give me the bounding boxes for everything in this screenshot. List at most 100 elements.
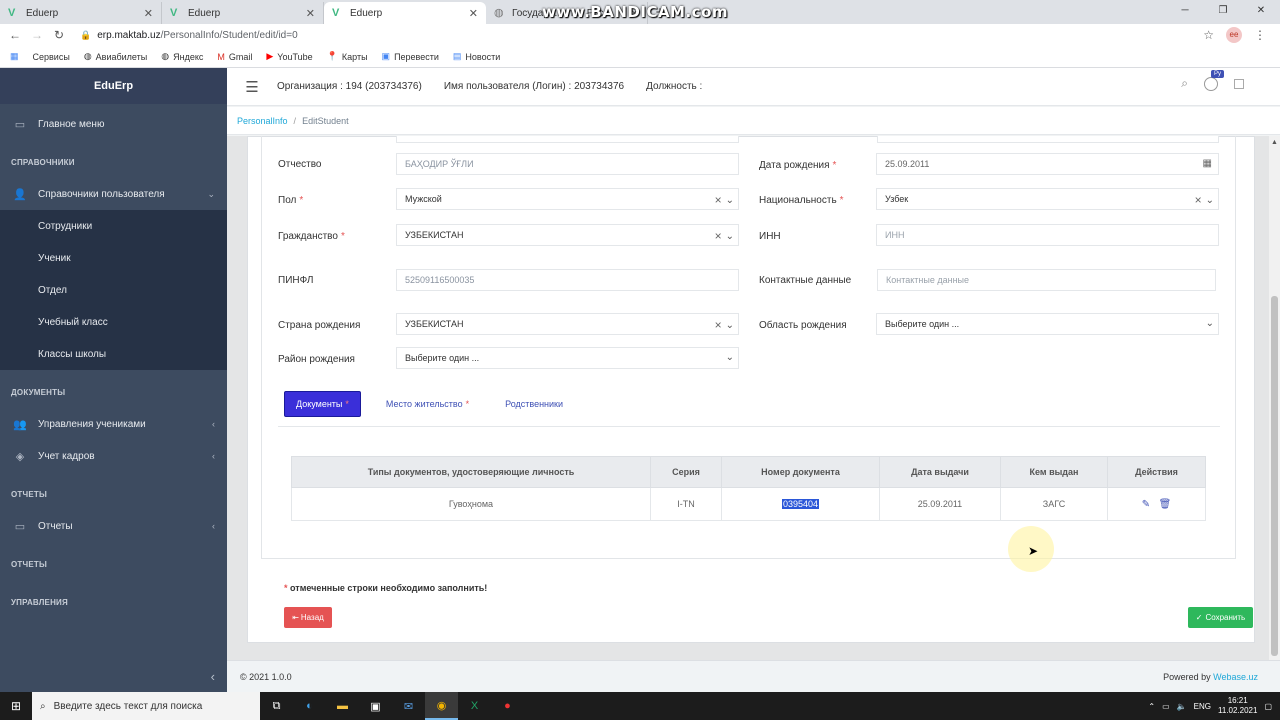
chevron-down-icon[interactable]: ⌄: [1206, 195, 1214, 206]
sidebar-item-student-management[interactable]: 👥 Управления учениками ‹: [0, 408, 227, 440]
url-field[interactable]: 🔒 erp.maktab.uz/PersonalInfo/Student/edi…: [80, 30, 1203, 41]
organization-info: Организация : 194 (203734376): [277, 81, 422, 92]
scrollbar-thumb[interactable]: [1271, 296, 1278, 656]
trash-icon[interactable]: 🗑: [1159, 499, 1172, 510]
back-button[interactable]: ⇤ Назад: [284, 607, 332, 628]
cut-off-field-left[interactable]: [396, 136, 739, 143]
bookmark-maps[interactable]: 📍 Карты: [327, 51, 368, 62]
chevron-down-icon[interactable]: ⌄: [726, 231, 734, 242]
mail-icon[interactable]: ✉: [392, 692, 425, 720]
chevron-down-icon[interactable]: ⌄: [726, 320, 734, 331]
birth-district-select[interactable]: Выберите один ... ⌄: [396, 347, 739, 369]
powered-link[interactable]: Webase.uz: [1213, 672, 1258, 682]
breadcrumb-link[interactable]: PersonalInfo: [237, 116, 288, 126]
sidebar-section-management: УПРАВЛЕНИЯ: [11, 597, 68, 607]
sidebar-item-student[interactable]: Ученик: [0, 242, 227, 274]
network-icon[interactable]: ▭: [1162, 702, 1170, 711]
volume-icon[interactable]: 🔈: [1177, 702, 1187, 711]
gender-select[interactable]: Мужской × ⌄: [396, 188, 739, 210]
sidebar-item-user-directories[interactable]: 👤 Справочники пользователя ⌄: [0, 178, 227, 210]
col-doc-number[interactable]: Номер документа: [721, 456, 880, 488]
scroll-up-icon[interactable]: ▲: [1271, 139, 1278, 146]
browser-tab-3[interactable]: V Eduerp ✕: [324, 2, 486, 24]
folder-icon[interactable]: ▬: [326, 692, 359, 720]
taskbar-search[interactable]: ⌕ Введите здесь текст для поиска: [32, 692, 260, 720]
edge-icon[interactable]: ◐: [293, 692, 326, 720]
pinfl-field[interactable]: 52509116500035: [396, 269, 739, 291]
clock[interactable]: 16:21 11.02.2021: [1218, 696, 1257, 716]
notifications-icon[interactable]: ▢: [1264, 702, 1272, 711]
inn-field[interactable]: ИНН: [876, 224, 1219, 246]
save-button[interactable]: ✓ Сохранить: [1188, 607, 1253, 628]
pencil-icon[interactable]: ✎: [1142, 499, 1150, 510]
close-icon[interactable]: ✕: [469, 7, 478, 20]
tab-relatives[interactable]: Родственники: [494, 391, 574, 417]
tab-residence[interactable]: Место жительство *: [375, 391, 480, 417]
restore-icon[interactable]: ❐: [1204, 0, 1242, 22]
col-issued-by[interactable]: Кем выдан: [1000, 456, 1108, 488]
user-avatar[interactable]: [1234, 78, 1244, 89]
chevron-down-icon[interactable]: ⌄: [726, 195, 734, 206]
excel-icon[interactable]: X: [458, 692, 491, 720]
bookmark-translate[interactable]: ▣ Перевести: [382, 51, 439, 62]
profile-avatar[interactable]: ее: [1226, 27, 1242, 43]
hamburger-icon[interactable]: ☰: [227, 78, 277, 96]
star-icon[interactable]: ☆: [1203, 28, 1214, 42]
chrome-icon[interactable]: ◉: [425, 692, 458, 720]
reload-icon[interactable]: ↻: [48, 28, 70, 42]
sidebar-item-school-classes[interactable]: Классы школы: [0, 338, 227, 370]
cut-off-field-right[interactable]: [877, 136, 1219, 143]
sidebar-item-employees[interactable]: Сотрудники: [0, 210, 227, 242]
clear-icon[interactable]: ×: [715, 229, 722, 243]
bookmark-youtube[interactable]: ▶ YouTube: [266, 51, 312, 62]
col-issue-date[interactable]: Дата выдачи: [879, 456, 1001, 488]
back-arrow-icon[interactable]: ←: [4, 28, 26, 42]
sidebar-item-reports[interactable]: ▭ Отчеты ‹: [0, 510, 227, 542]
birth-country-select[interactable]: УЗБЕКИСТАН × ⌄: [396, 313, 739, 335]
bookmark-news[interactable]: ▤ Новости: [453, 51, 500, 62]
apps-icon[interactable]: ▦: [10, 51, 19, 62]
record-icon[interactable]: ●: [491, 692, 524, 720]
bookmark-services[interactable]: Сервисы: [33, 52, 70, 62]
language-switch[interactable]: Ру: [1204, 69, 1225, 91]
search-icon[interactable]: ⌕: [1181, 76, 1188, 91]
citizenship-select[interactable]: УЗБЕКИСТАН × ⌄: [396, 224, 739, 246]
minimize-icon[interactable]: ─: [1166, 0, 1204, 22]
store-icon[interactable]: ▣: [359, 692, 392, 720]
sidebar-item-classroom[interactable]: Учебный класс: [0, 306, 227, 338]
birth-region-select[interactable]: Выберите один ... ⌄: [876, 313, 1219, 335]
clear-icon[interactable]: ×: [715, 318, 722, 332]
sidebar-collapse-icon[interactable]: ‹: [211, 669, 215, 684]
clear-icon[interactable]: ×: [715, 193, 722, 207]
col-series[interactable]: Серия: [650, 456, 722, 488]
bookmark-flights[interactable]: ◍ Авиабилеты: [84, 51, 147, 62]
chevron-down-icon[interactable]: ⌄: [726, 352, 734, 363]
calendar-icon[interactable]: ▦: [1203, 158, 1212, 169]
patronymic-field[interactable]: БАҲОДИР ЎҒЛИ: [396, 153, 739, 175]
close-icon[interactable]: ✕: [144, 7, 153, 20]
windows-start-icon[interactable]: ⊞: [0, 699, 32, 713]
close-icon[interactable]: ✕: [306, 7, 315, 20]
sidebar-item-department[interactable]: Отдел: [0, 274, 227, 306]
clear-icon[interactable]: ×: [1195, 193, 1202, 207]
contacts-field[interactable]: Контактные данные: [877, 269, 1216, 291]
nationality-select[interactable]: Узбек × ⌄: [876, 188, 1219, 210]
menu-dots-icon[interactable]: ⋮: [1254, 28, 1266, 42]
col-doc-type[interactable]: Типы документов, удостоверяющие личность: [291, 456, 651, 488]
browser-tab-2[interactable]: V Eduerp ✕: [162, 2, 324, 24]
bookmark-yandex[interactable]: ◍ Яндекс: [161, 51, 203, 62]
forward-arrow-icon[interactable]: →: [26, 28, 48, 42]
tab-documents[interactable]: Документы *: [284, 391, 361, 417]
sidebar-item-hr[interactable]: ◈ Учет кадров ‹: [0, 440, 227, 472]
birth-date-field[interactable]: 25.09.2011 ▦: [876, 153, 1219, 175]
close-window-icon[interactable]: ✕: [1242, 0, 1280, 22]
chevron-down-icon[interactable]: ⌄: [1206, 318, 1214, 329]
page-scrollbar[interactable]: ▲: [1269, 136, 1280, 660]
browser-tab-1[interactable]: V Eduerp ✕: [0, 2, 162, 24]
brand-logo[interactable]: EduErp: [0, 68, 227, 104]
chevron-up-icon[interactable]: ⌃: [1148, 702, 1155, 711]
sidebar-item-main-menu[interactable]: ▭ Главное меню: [0, 108, 227, 140]
bookmark-gmail[interactable]: M Gmail: [217, 52, 252, 62]
language-indicator[interactable]: ENG: [1194, 702, 1211, 711]
task-view-icon[interactable]: ⧉: [260, 692, 293, 720]
